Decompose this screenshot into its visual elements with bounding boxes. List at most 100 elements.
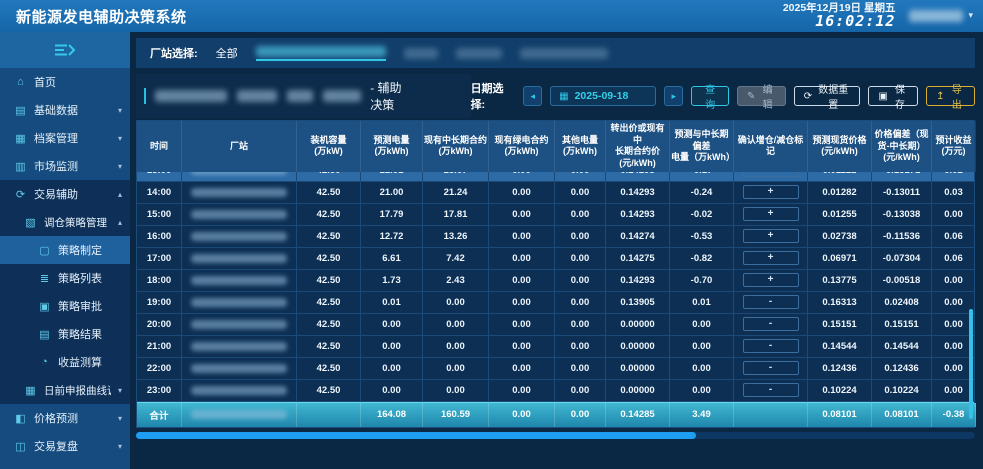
sidebar-item-label: 策略列表 [58, 270, 102, 286]
table-row[interactable]: 20:0042.500.000.000.000.000.000000.00-0.… [137, 314, 974, 336]
table-row[interactable]: 22:0042.500.000.000.000.000.000000.00-0.… [137, 358, 974, 380]
chevron-down-icon: ▾ [118, 106, 122, 115]
station-select-bar: 厂站选择: 全部 [136, 38, 975, 68]
sidebar-item-strategy-result[interactable]: ▤策略结果 [0, 320, 130, 348]
horizontal-scrollbar-track[interactable] [136, 432, 975, 439]
table-row[interactable]: 18:0042.501.732.430.000.000.14293-0.70+0… [137, 270, 974, 292]
table-row[interactable]: 16:0042.5012.7213.260.000.000.14274-0.53… [137, 226, 974, 248]
table-row[interactable]: 17:0042.506.617.420.000.000.14275-0.82+0… [137, 248, 974, 270]
station-option[interactable] [404, 48, 438, 59]
edit-button[interactable]: ✎编辑 [737, 86, 786, 106]
table-row[interactable]: 13:0042.5022.9123.070.000.000.14293-0.17… [137, 172, 974, 182]
cell-other: 0.00 [555, 314, 606, 336]
sidebar-item-home[interactable]: ⌂首页 [0, 68, 130, 96]
table-row[interactable]: 15:0042.5017.7917.810.000.000.14293-0.02… [137, 204, 974, 226]
table-row[interactable]: 21:0042.500.000.000.000.000.000000.00-0.… [137, 336, 974, 358]
sidebar-item-label: 首页 [34, 74, 56, 90]
column-header: 预测与中长期偏差 电量（万kWh） [670, 121, 734, 172]
export-button[interactable]: ↥导出 [926, 86, 975, 106]
sidebar-item-price-forecast[interactable]: ◧价格预测▾ [0, 404, 130, 432]
cell-out_price: 0.00000 [606, 380, 670, 402]
mark-toggle[interactable]: + [743, 185, 799, 199]
sidebar-item-income-calc[interactable]: ◔收益测算 [0, 348, 130, 376]
cell-price_dev: -0.00518 [872, 270, 932, 292]
app-title: 新能源发电辅助决策系统 [16, 6, 187, 27]
list-icon: ≣ [38, 272, 51, 285]
cell-price_dev: -0.11536 [872, 226, 932, 248]
sidebar-item-day-ahead-curve[interactable]: ▦日前申报曲线调整▾ [0, 376, 130, 404]
mark-toggle[interactable]: + [743, 207, 799, 221]
cell-mark: - [734, 358, 808, 380]
sidebar-item-strategy-list[interactable]: ≣ 策略列表 [0, 264, 130, 292]
table-row[interactable]: 19:0042.500.010.000.000.000.139050.01-0.… [137, 292, 974, 314]
cell-station [182, 358, 297, 380]
cell-income: 0.00 [932, 380, 974, 402]
sidebar-item-trade-review[interactable]: ◫交易复盘▾ [0, 432, 130, 460]
vertical-scrollbar[interactable] [969, 309, 973, 419]
cell-income: 0.00 [932, 292, 974, 314]
page-title: - 辅助决策 [136, 74, 471, 118]
table-row[interactable]: 23:0042.500.000.000.000.000.000000.00-0.… [137, 380, 974, 402]
cell-capacity: 42.50 [297, 172, 361, 182]
total-cell-out_price: 0.14285 [606, 403, 670, 427]
station-option[interactable] [256, 46, 386, 61]
station-option-all[interactable]: 全部 [216, 45, 238, 61]
sidebar-item-trade-assist[interactable]: ⟳交易辅助▴ [0, 180, 130, 208]
cell-mlt: 7.42 [423, 248, 489, 270]
reset-button[interactable]: ⟳数据重置 [794, 86, 861, 106]
cell-spot: 0.06971 [808, 248, 872, 270]
clock-text: 16:02:12 [783, 14, 896, 30]
result-icon: ▤ [38, 328, 51, 341]
station-option[interactable] [520, 48, 608, 59]
station-name-redacted [256, 46, 386, 57]
mark-toggle[interactable]: + [743, 273, 799, 287]
total-cell-station [182, 403, 297, 427]
table-row[interactable]: 14:0042.5021.0021.240.000.000.14293-0.24… [137, 182, 974, 204]
mark-toggle[interactable]: - [743, 339, 799, 353]
header-right: 2025年12月19日 星期五 16:02:12 ▾ [783, 3, 973, 30]
mark-toggle[interactable]: - [743, 383, 799, 397]
cell-income: 0.00 [932, 204, 974, 226]
tools-group: 日期选择: ◂ ▦ 2025-09-18 ▸ 查询✎编辑⟳数据重置▣保存↥导出 [471, 80, 975, 112]
cell-forecast: 0.00 [361, 336, 423, 358]
sidebar-item-market-monitor[interactable]: ▥市场监测▾ [0, 152, 130, 180]
prev-day-button[interactable]: ◂ [523, 86, 542, 106]
query-button[interactable]: 查询 [691, 86, 729, 106]
sidebar-collapse-button[interactable] [0, 32, 130, 68]
mark-toggle[interactable]: + [743, 172, 799, 178]
datetime-display: 2025年12月19日 星期五 16:02:12 [783, 3, 896, 30]
sidebar-item-position-strategy[interactable]: ▧调仓策略管理▴ [0, 208, 130, 236]
user-menu[interactable]: ▾ [909, 10, 973, 22]
cell-time: 14:00 [137, 182, 182, 204]
save-button[interactable]: ▣保存 [868, 86, 918, 106]
cell-mark: + [734, 270, 808, 292]
sidebar-item-strategy-make[interactable]: ▢策略制定 [0, 236, 130, 264]
cell-green: 0.00 [489, 358, 555, 380]
horizontal-scrollbar-thumb[interactable] [136, 432, 696, 439]
sidebar-item-basic-data[interactable]: ▤基础数据▾ [0, 96, 130, 124]
export-icon: ↥ [936, 91, 944, 102]
cell-mlt: 0.00 [423, 358, 489, 380]
station-name-redacted [404, 48, 438, 59]
cell-other: 0.00 [555, 380, 606, 402]
mark-toggle[interactable]: - [743, 317, 799, 331]
cell-time: 18:00 [137, 270, 182, 292]
sidebar-item-archive-mgmt[interactable]: ▦档案管理▾ [0, 124, 130, 152]
station-option[interactable] [456, 48, 502, 59]
sidebar-item-label: 市场监测 [34, 158, 78, 174]
station-name-redacted [520, 48, 608, 59]
mark-toggle[interactable]: + [743, 229, 799, 243]
mark-toggle[interactable]: - [743, 361, 799, 375]
cell-station [182, 204, 297, 226]
mark-toggle[interactable]: - [743, 295, 799, 309]
sidebar-item-strategy-approve[interactable]: ▣策略审批 [0, 292, 130, 320]
cell-capacity: 42.50 [297, 358, 361, 380]
table-total-row: 合计164.08160.590.000.000.142853.490.08101… [137, 402, 974, 427]
column-header: 其他电量 (万kWh) [555, 121, 606, 172]
sidebar: ⌂首页▤基础数据▾▦档案管理▾▥市场监测▾⟳交易辅助▴▧调仓策略管理▴▢策略制定… [0, 32, 130, 469]
title-suffix: - 辅助决策 [370, 79, 410, 113]
next-day-button[interactable]: ▸ [664, 86, 683, 106]
mark-toggle[interactable]: + [743, 251, 799, 265]
total-cell-time: 合计 [137, 403, 182, 427]
date-input[interactable]: ▦ 2025-09-18 [550, 86, 656, 106]
